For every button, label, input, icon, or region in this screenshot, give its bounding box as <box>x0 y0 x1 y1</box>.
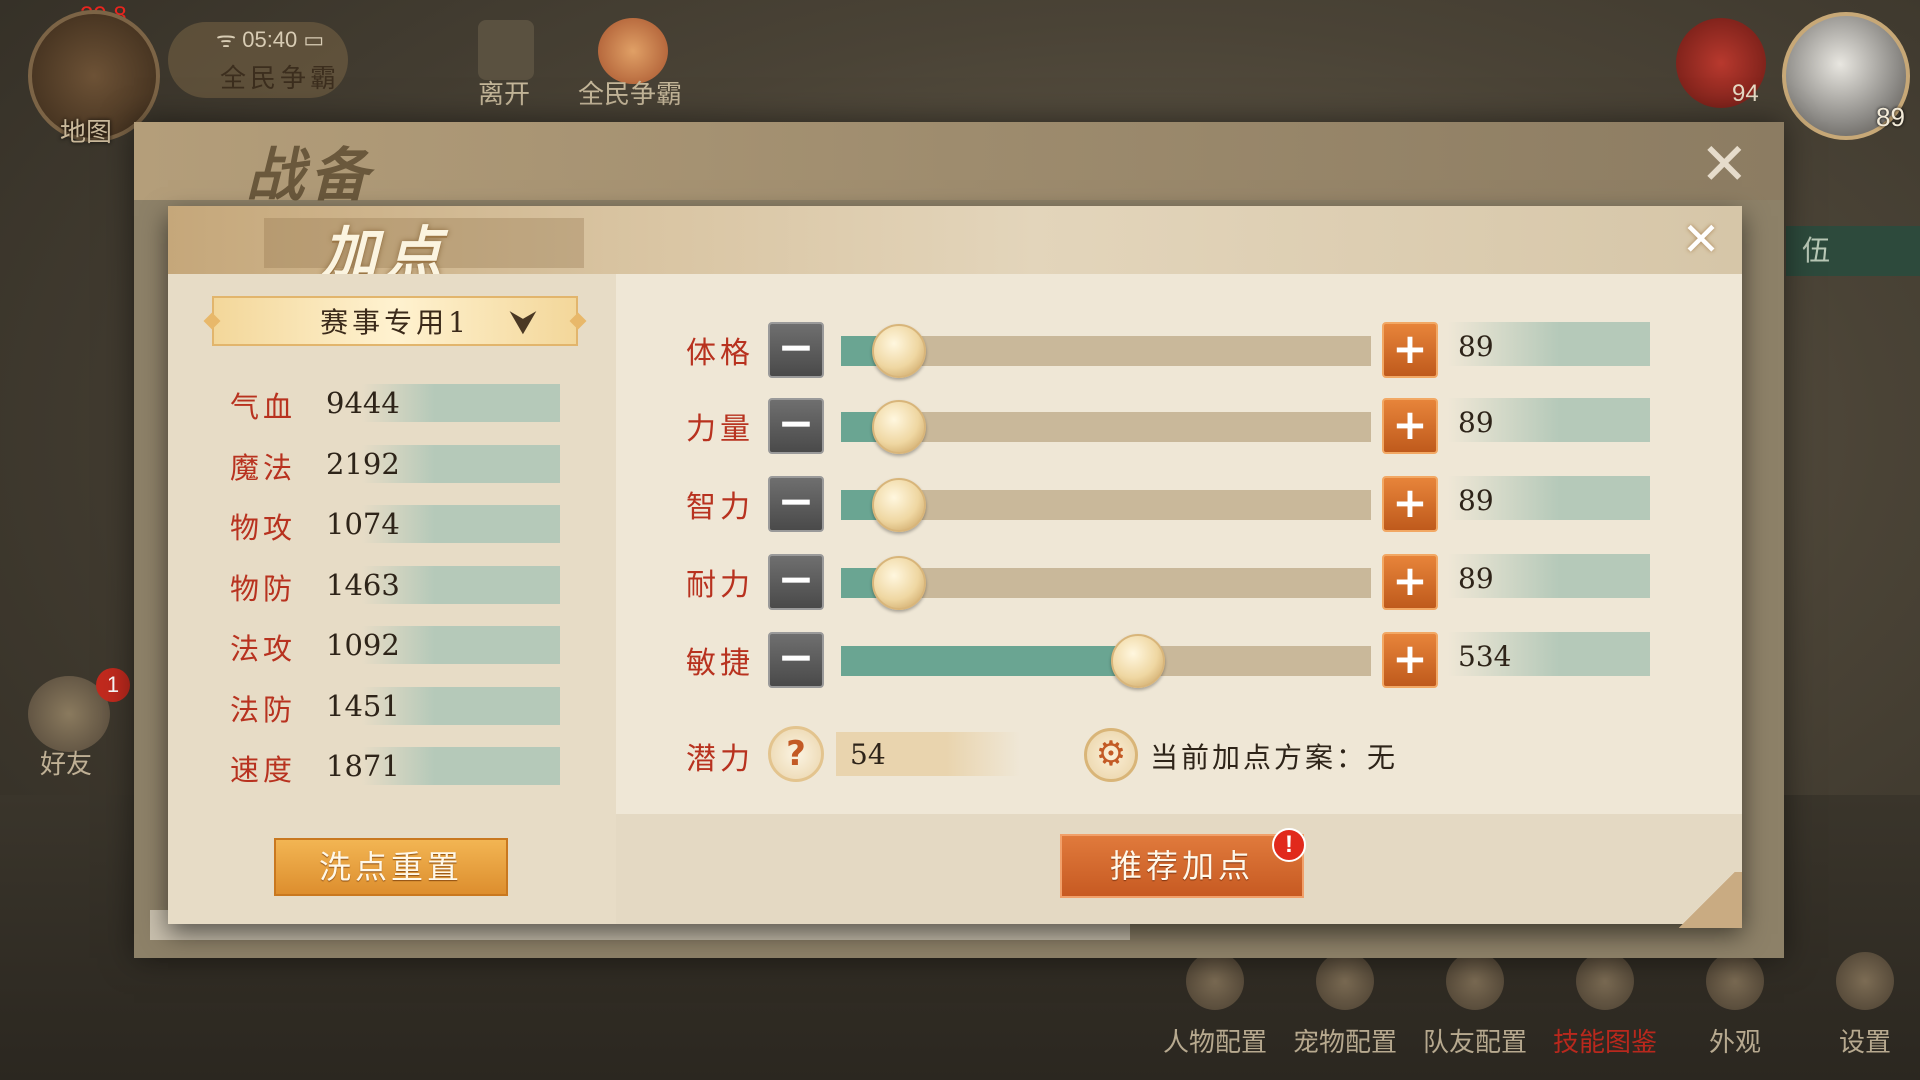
slider-thumb[interactable] <box>1110 634 1165 688</box>
slider-fill <box>841 646 1138 676</box>
bottom-menu: 人物配置 宠物配置 队友配置 技能图鉴 外观 设置 <box>1150 952 1920 1059</box>
menu-character-config[interactable]: 人物配置 <box>1150 952 1280 1059</box>
prep-panel-header <box>134 122 1784 200</box>
prep-panel-title: 战备 <box>246 141 375 209</box>
increase-button[interactable]: + <box>1382 554 1438 610</box>
attr-label: 体格 <box>686 336 754 371</box>
attr-slider[interactable] <box>841 400 1371 454</box>
slider-thumb[interactable] <box>872 556 927 610</box>
attr-label: 敏捷 <box>686 646 754 681</box>
attr-row-endurance: 耐力 − + 89 <box>168 554 1742 614</box>
potential-value: 54 <box>850 738 886 771</box>
attr-label: 耐力 <box>686 568 754 603</box>
attr-row-constitution: 体格 − + 89 <box>168 322 1742 382</box>
increase-button[interactable]: + <box>1382 322 1438 378</box>
clock-time-text: 05:40 <box>242 27 298 52</box>
attr-slider[interactable] <box>841 634 1371 688</box>
battery-icon: ▭ <box>303 27 325 52</box>
attr-label: 智力 <box>686 490 754 525</box>
event-label[interactable]: 全民争霸 <box>578 74 682 111</box>
attr-slider[interactable] <box>841 478 1371 532</box>
clock-time: ᯤ 05:40 ▭ <box>216 24 324 54</box>
attr-slider[interactable] <box>841 556 1371 610</box>
attr-value: 89 <box>1458 330 1494 363</box>
gear-icon[interactable]: ⚙ <box>1084 728 1138 782</box>
stat-label: 速度 <box>230 753 297 787</box>
attr-label: 力量 <box>686 412 754 447</box>
menu-appearance[interactable]: 外观 <box>1670 952 1800 1059</box>
prep-close-icon[interactable]: ✕ <box>1700 134 1749 194</box>
leave-label[interactable]: 离开 <box>478 74 530 111</box>
stat-value: 1871 <box>326 749 400 783</box>
page-curl <box>1672 872 1742 928</box>
friends-label[interactable]: 好友 <box>40 744 92 781</box>
increase-button[interactable]: + <box>1382 632 1438 688</box>
increase-button[interactable]: + <box>1382 398 1438 454</box>
activity-count: 94 <box>1732 80 1759 107</box>
potential-label: 潜力 <box>686 742 754 777</box>
team-tab[interactable]: 伍 <box>1786 226 1920 276</box>
decrease-button[interactable]: − <box>768 322 824 378</box>
slider-thumb[interactable] <box>872 324 927 378</box>
door-icon[interactable] <box>478 20 534 80</box>
stat-value: 1451 <box>326 688 400 723</box>
attr-row-intellect: 智力 − + 89 <box>168 476 1742 536</box>
menu-settings[interactable]: 设置 <box>1800 952 1920 1059</box>
alert-icon: ! <box>1272 828 1306 862</box>
stat-row-speed: 速度 1871 <box>230 741 560 802</box>
increase-button[interactable]: + <box>1382 476 1438 532</box>
menu-teammate-config[interactable]: 队友配置 <box>1410 952 1540 1059</box>
dialog-close-icon[interactable]: ✕ <box>1676 214 1726 264</box>
slider-thumb[interactable] <box>872 400 927 454</box>
decrease-button[interactable]: − <box>768 632 824 688</box>
attr-value: 534 <box>1458 640 1512 673</box>
reset-points-button[interactable]: 洗点重置 <box>274 838 508 896</box>
player-level: 89 <box>1876 102 1905 132</box>
help-icon[interactable]: ? <box>768 726 824 782</box>
current-plan-text: 当前加点方案：无 <box>1150 741 1399 774</box>
attr-slider[interactable] <box>841 324 1371 378</box>
attr-row-strength: 力量 − + 89 <box>168 398 1742 458</box>
menu-pet-config[interactable]: 宠物配置 <box>1280 952 1410 1059</box>
attr-value: 89 <box>1458 562 1494 595</box>
recommend-points-button[interactable]: 推荐加点 <box>1060 834 1304 898</box>
wifi-icon: ᯤ <box>216 27 237 52</box>
attr-row-agility: 敏捷 − + 534 <box>168 632 1742 692</box>
slider-thumb[interactable] <box>872 478 927 532</box>
menu-skill-guide[interactable]: 技能图鉴 <box>1540 952 1670 1059</box>
attr-value: 89 <box>1458 406 1494 439</box>
map-label: 地图 <box>60 118 113 148</box>
stat-label: 法防 <box>230 692 297 727</box>
decrease-button[interactable]: − <box>768 398 824 454</box>
decrease-button[interactable]: − <box>768 554 824 610</box>
decrease-button[interactable]: − <box>768 476 824 532</box>
friends-badge: 1 <box>96 668 130 702</box>
attribute-points-dialog: 加点 ✕ 赛事专用1 ⮟ 气血 9444 魔法 2192 物攻 1074 物防 … <box>168 206 1742 928</box>
mode-title: 全民争霸 <box>220 64 341 94</box>
attr-value: 89 <box>1458 484 1494 517</box>
